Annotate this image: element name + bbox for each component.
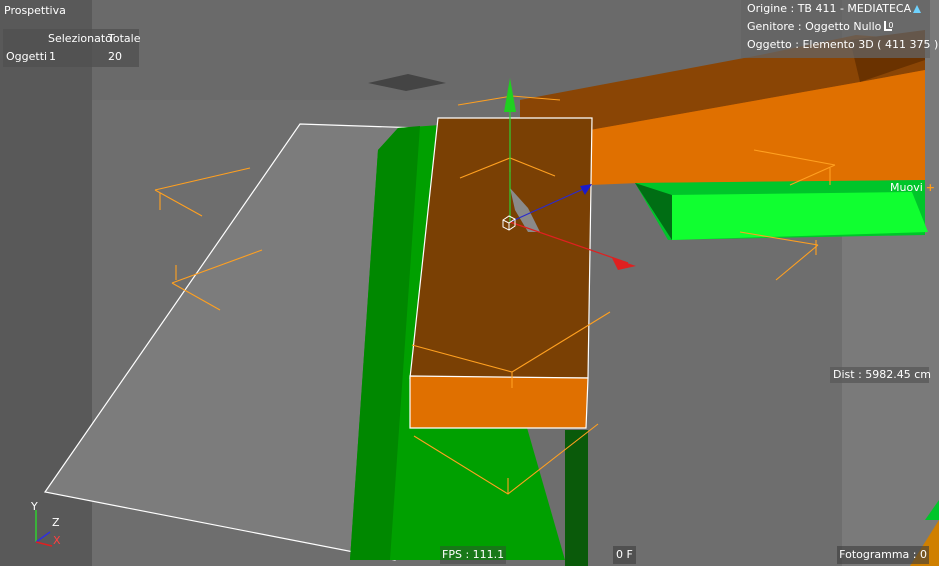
stats-total-value: 20: [108, 50, 122, 63]
stats-row-label: Oggetti: [6, 50, 48, 63]
frame-offset-readout: 0 F: [613, 546, 636, 564]
stats-header-row: Selezionato Totale: [3, 30, 141, 48]
origin-icon: [913, 5, 922, 13]
origin-row: Origine : TB 411 - MEDIATECA: [747, 0, 930, 18]
selected-box-front[interactable]: [409, 375, 589, 429]
stats-selected-value: 1: [49, 50, 56, 63]
null-object-icon-digit: 0: [888, 21, 894, 30]
stats-header-total: Totale: [108, 32, 141, 45]
origin-text: Origine : TB 411 - MEDIATECA: [747, 2, 912, 15]
world-axis-gizmo: Y Z X: [28, 500, 68, 550]
object-row: Oggetto : Elemento 3D ( 411 375 ): [747, 36, 938, 54]
view-name-label[interactable]: Prospettiva: [4, 2, 66, 20]
parent-text: Genitore : Oggetto Nullo: [747, 20, 882, 33]
fps-readout: FPS : 111.1: [440, 546, 507, 564]
stats-panel: Selezionato Totale Oggetti 1 20: [3, 29, 141, 67]
object-text: Oggetto : Elemento 3D ( 411 375 ): [747, 38, 939, 51]
stats-objects-row: Oggetti 1 20: [3, 48, 139, 66]
object-info-panel: Origine : TB 411 - MEDIATECA Genitore : …: [741, 0, 938, 58]
stats-header-selected: Selezionato: [48, 32, 112, 45]
axis-y-label: Y: [31, 500, 38, 513]
selected-box-top[interactable]: [409, 117, 593, 379]
viewport-3d[interactable]: Prospettiva Selezionato Totale Oggetti 1…: [0, 0, 939, 566]
frame-readout: Fotogramma : 0: [837, 546, 929, 564]
distance-readout: Dist : 5982.45 cm: [830, 367, 931, 383]
scene[interactable]: [0, 0, 939, 566]
null-object-icon: 0: [884, 21, 894, 31]
move-tool-label: Muovi +: [890, 179, 935, 197]
move-plus-icon: +: [925, 181, 935, 194]
axis-x-label: X: [53, 534, 61, 547]
parent-row: Genitore : Oggetto Nullo 0: [747, 18, 930, 36]
axis-z-label: Z: [52, 516, 60, 529]
move-tool-text: Muovi: [890, 181, 923, 194]
